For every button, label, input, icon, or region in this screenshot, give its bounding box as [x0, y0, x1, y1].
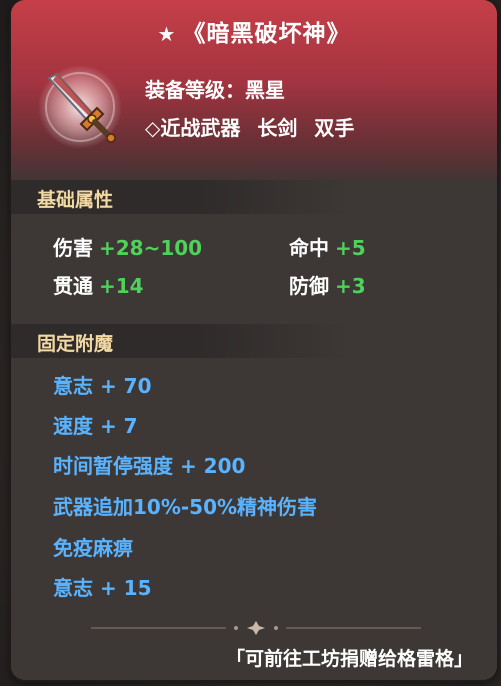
- stat-label: 贯通: [53, 274, 93, 298]
- tag-weapon-kind: 长剑: [257, 116, 298, 140]
- stat-penetration: 贯通 +14: [53, 270, 144, 299]
- star-icon: ★: [157, 22, 177, 46]
- enchant-line: 速度 + 7: [53, 414, 138, 438]
- tag-handedness: 双手: [314, 116, 355, 140]
- stat-damage: 伤害 +28~100: [53, 232, 202, 261]
- item-name: 《暗黑破坏神》: [182, 21, 351, 47]
- stat-value: +28~100: [99, 236, 203, 260]
- stat-label: 伤害: [53, 236, 93, 260]
- tag-weapon-class: ◇近战武器: [145, 116, 241, 140]
- enchant-line: 免疫麻痹: [53, 536, 133, 560]
- ornament-divider: [91, 621, 421, 635]
- base-attributes-header: 基础属性: [11, 180, 351, 214]
- base-attributes-title: 基础属性: [37, 189, 114, 211]
- fixed-enchant-header: 固定附魔: [11, 324, 351, 358]
- enchant-line: 武器追加10%-50%精神伤害: [53, 495, 318, 519]
- stat-value: +14: [99, 274, 144, 298]
- stat-label: 防御: [289, 274, 329, 298]
- item-title: ★ 《暗黑破坏神》: [11, 14, 497, 48]
- fixed-enchant-title: 固定附魔: [37, 333, 114, 355]
- stat-value: +3: [335, 274, 366, 298]
- stat-value: +5: [335, 236, 366, 260]
- enchant-line: 意志 + 70: [53, 374, 152, 398]
- equipment-level: 装备等级：黑星: [145, 78, 285, 102]
- enchant-line: 意志 + 15: [53, 576, 152, 600]
- stat-defense: 防御 +3: [289, 270, 366, 299]
- item-type-tags: ◇近战武器 长剑 双手: [145, 112, 364, 141]
- stat-label: 命中: [289, 236, 329, 260]
- stat-accuracy: 命中 +5: [289, 232, 366, 261]
- sword-icon: [38, 65, 122, 149]
- enchant-line: 时间暂停强度 + 200: [53, 454, 246, 478]
- donation-hint: 「可前往工坊捐赠给格雷格」: [225, 648, 473, 670]
- item-tooltip-card: ★ 《暗黑破坏神》 装备等级：黑星 ◇近战武器 长剑 双手 基础属性 伤害 +28~…: [11, 0, 497, 680]
